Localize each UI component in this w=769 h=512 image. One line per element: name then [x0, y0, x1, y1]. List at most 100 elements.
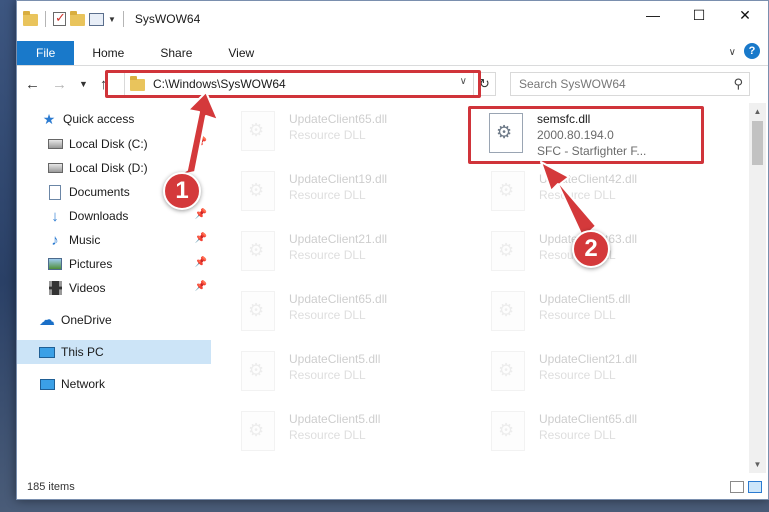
search-icon[interactable]: ⚲ [733, 76, 743, 92]
recent-locations-icon[interactable]: ▼ [79, 79, 88, 89]
view-properties-icon[interactable] [89, 12, 104, 26]
list-item[interactable]: UpdateClient5.dll Resource DLL [461, 285, 701, 337]
tab-file[interactable]: File [17, 41, 75, 65]
computer-icon [39, 344, 55, 360]
pictures-icon [47, 256, 63, 272]
list-item[interactable]: UpdateClient65.dll Resource DLL [461, 405, 701, 457]
file-name: UpdateClient5.dll [289, 412, 381, 426]
network-icon [39, 376, 55, 392]
pin-icon: 📌 [194, 257, 207, 268]
nav-item-label: Network [61, 377, 106, 391]
dll-file-icon [491, 171, 525, 211]
navigation-pane: ★ Quick access Local Disk (C:) 📌 Local D… [17, 103, 211, 473]
item-count: 185 items [27, 481, 75, 493]
nav-item-videos[interactable]: Videos 📌 [17, 276, 211, 300]
forward-arrow-icon[interactable]: → [52, 76, 67, 93]
tiles-view-icon[interactable] [748, 481, 762, 493]
file-name: UpdateClient21.dll [289, 232, 388, 246]
file-name: UpdateClient5.dll [289, 352, 381, 366]
nav-item-label: Local Disk (D:) [69, 161, 148, 175]
dll-file-icon [241, 231, 275, 271]
dll-file-icon [241, 291, 275, 331]
file-name: UpdateClient65.dll [289, 292, 388, 306]
search-box[interactable]: ⚲ [510, 72, 750, 96]
nav-item-music[interactable]: ♪ Music 📌 [17, 228, 211, 252]
dll-file-icon [241, 171, 275, 211]
file-description: Resource DLL [289, 428, 366, 442]
nav-item-onedrive[interactable]: ☁ OneDrive [17, 308, 211, 332]
ribbon-tabs: File Home Share View ∨ ? [17, 41, 768, 66]
dll-file-icon [491, 291, 525, 331]
chevron-down-icon[interactable]: ▼ [108, 15, 116, 24]
search-input[interactable] [519, 77, 719, 91]
folder-icon[interactable] [23, 11, 38, 26]
list-item[interactable]: UpdateClient21.dll Resource DLL [461, 345, 701, 397]
tab-home[interactable]: Home [74, 41, 142, 65]
video-icon [47, 280, 63, 296]
dll-file-icon [241, 411, 275, 451]
file-name: UpdateClient19.dll [289, 172, 388, 186]
minimize-button[interactable]: — [630, 1, 676, 29]
list-item[interactable]: UpdateClient5.dll Resource DLL [211, 405, 451, 457]
back-arrow-icon[interactable]: ← [25, 76, 40, 93]
nav-item-label: Downloads [69, 209, 129, 223]
dll-file-icon [491, 411, 525, 451]
pin-icon: 📌 [194, 233, 207, 244]
file-name: UpdateClient42.dll [539, 172, 638, 186]
expand-ribbon-icon[interactable]: ∨ [729, 47, 736, 58]
title-bar: ▼ SysWOW64 — ☐ ✕ [17, 1, 768, 37]
list-item[interactable]: UpdateClient42.dll Resource DLL [461, 165, 701, 217]
tab-view[interactable]: View [210, 41, 272, 65]
properties-check-icon[interactable] [53, 10, 66, 26]
file-name: UpdateClient65.dll [289, 112, 388, 126]
address-highlight-box [105, 70, 481, 98]
list-item[interactable]: UpdateClient65.dll Resource DLL [211, 105, 451, 157]
divider [122, 11, 124, 27]
nav-item-this-pc[interactable]: This PC [17, 340, 211, 364]
nav-item-quick-access[interactable]: ★ Quick access [17, 107, 211, 131]
tab-share[interactable]: Share [142, 41, 210, 65]
vertical-scrollbar[interactable]: ▲ ▼ [749, 103, 766, 473]
file-name: UpdateClient21.dll [539, 352, 638, 366]
pin-icon: 📌 [194, 137, 207, 148]
close-button[interactable]: ✕ [722, 1, 768, 29]
disk-icon [47, 136, 63, 152]
nav-item-network[interactable]: Network [17, 372, 211, 396]
disk-icon [47, 160, 63, 176]
pin-icon: 📌 [194, 281, 207, 292]
help-icon[interactable]: ? [744, 43, 760, 59]
list-item[interactable]: UpdateClient19.dll Resource DLL [211, 165, 451, 217]
download-icon: ↓ [51, 207, 59, 225]
nav-item-label: Music [69, 233, 101, 247]
scroll-thumb[interactable] [752, 121, 763, 165]
nav-item-label: Documents [69, 185, 130, 199]
navigation-buttons: ← → ▼ ↑ [17, 76, 107, 93]
quick-access-toolbar: ▼ SysWOW64 [17, 1, 200, 37]
file-name: UpdateClient5.dll [539, 292, 631, 306]
file-description: Resource DLL [539, 368, 616, 382]
nav-item-label: Quick access [63, 112, 135, 126]
window-controls: — ☐ ✕ [630, 1, 768, 29]
dll-file-icon [241, 351, 275, 391]
scroll-up-icon[interactable]: ▲ [749, 103, 766, 120]
file-description: Resource DLL [289, 188, 366, 202]
nav-item-local-disk-c[interactable]: Local Disk (C:) 📌 [17, 132, 211, 156]
nav-item-label: Pictures [69, 257, 113, 271]
file-description: Resource DLL [289, 128, 366, 142]
list-item[interactable]: UpdateClient21.dll Resource DLL [211, 225, 451, 277]
status-bar: 185 items [17, 475, 768, 499]
list-item[interactable]: UpdateClient65.dll Resource DLL [211, 285, 451, 337]
details-view-icon[interactable] [730, 481, 744, 493]
scroll-down-icon[interactable]: ▼ [749, 456, 766, 473]
view-switcher [730, 481, 762, 493]
new-folder-icon[interactable] [70, 11, 85, 26]
list-item[interactable]: UpdateClient5.dll Resource DLL [211, 345, 451, 397]
cloud-icon: ☁ [39, 312, 55, 329]
nav-item-pictures[interactable]: Pictures 📌 [17, 252, 211, 276]
file-description: Resource DLL [289, 248, 366, 262]
nav-item-label: Videos [69, 281, 106, 295]
star-icon: ★ [42, 110, 56, 127]
divider [45, 11, 46, 27]
file-description: Resource DLL [539, 428, 616, 442]
maximize-button[interactable]: ☐ [676, 1, 722, 29]
